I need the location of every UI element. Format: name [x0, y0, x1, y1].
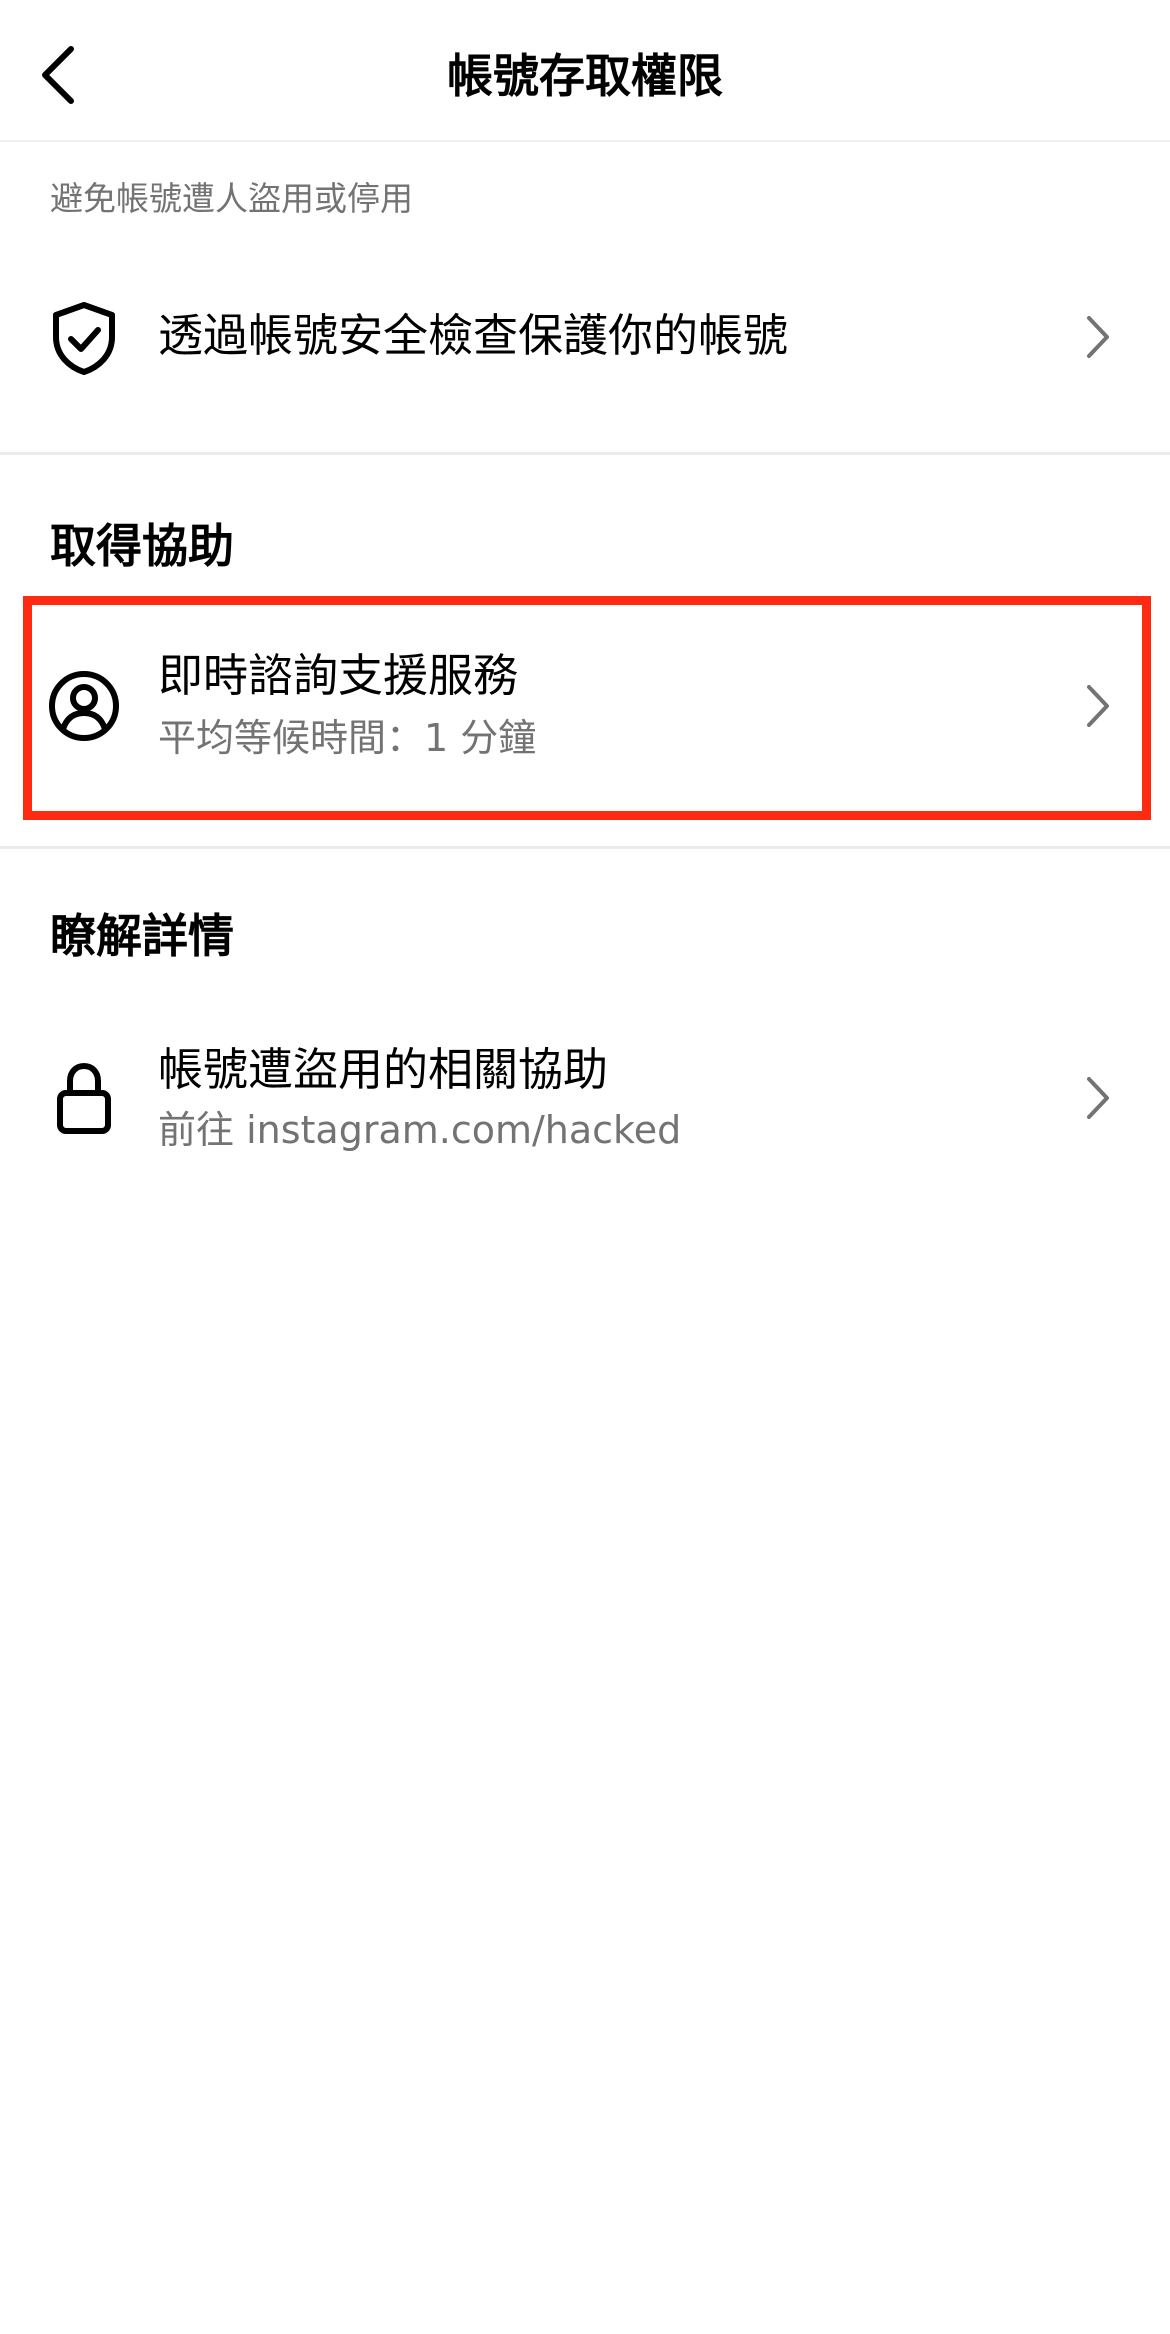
- learn-more-section-title: 瞭解詳情: [50, 909, 234, 963]
- section-divider: [0, 452, 1170, 455]
- account-access-screen: 帳號存取權限 避免帳號遭人盜用或停用 透過帳號安全檢查保護你的帳號 取得協助 即…: [0, 0, 1170, 2334]
- chevron-right-icon: [1078, 307, 1118, 367]
- get-help-section-title: 取得協助: [50, 519, 234, 573]
- live-chat-label: 即時諮詢支援服務: [158, 649, 519, 702]
- live-chat-wait-time: 平均等候時間：1 分鐘: [158, 716, 537, 760]
- hacked-help-row[interactable]: 帳號遭盜用的相關協助 前往 instagram.com/hacked: [0, 1000, 1170, 1200]
- lock-icon: [44, 1058, 124, 1138]
- user-circle-icon: [44, 666, 124, 746]
- shield-check-icon: [44, 298, 124, 378]
- security-check-row[interactable]: 透過帳號安全檢查保護你的帳號: [0, 262, 1170, 412]
- live-chat-support-row[interactable]: 即時諮詢支援服務 平均等候時間：1 分鐘: [0, 600, 1170, 816]
- chevron-right-icon: [1078, 1068, 1118, 1128]
- page-title: 帳號存取權限: [447, 49, 723, 103]
- hacked-help-label: 帳號遭盜用的相關協助: [158, 1043, 609, 1096]
- security-check-label: 透過帳號安全檢查保護你的帳號: [158, 309, 789, 362]
- navigation-header: 帳號存取權限: [0, 0, 1170, 142]
- chevron-right-icon: [1078, 676, 1118, 736]
- section-divider: [0, 846, 1170, 849]
- intro-caption: 避免帳號遭人盜用或停用: [50, 179, 413, 218]
- hacked-help-link[interactable]: 前往 instagram.com/hacked: [158, 1104, 681, 1156]
